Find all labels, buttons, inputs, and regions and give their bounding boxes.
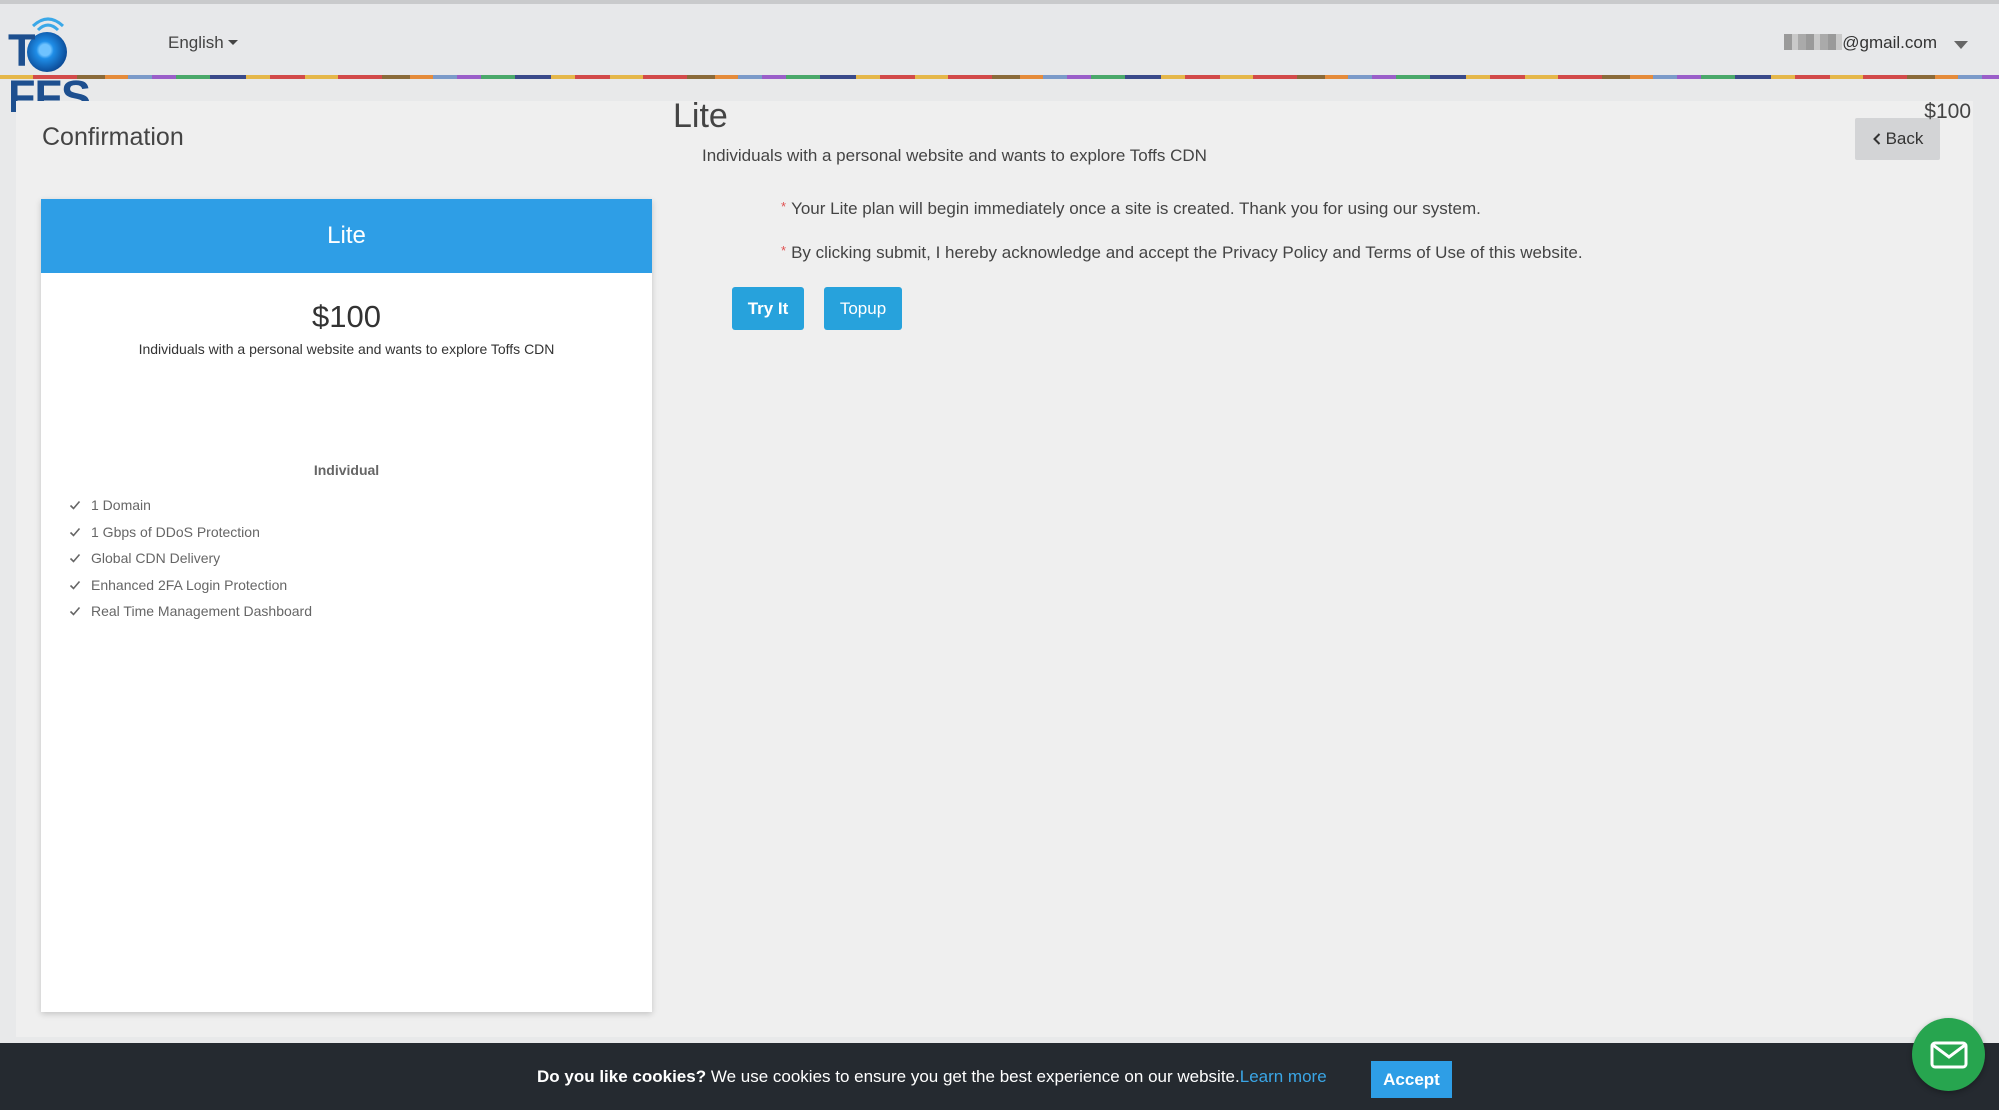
topup-button[interactable]: Topup [824,287,902,330]
contact-mail-button[interactable] [1912,1018,1985,1091]
plan-detail-price: $100 [1924,100,1971,123]
feature-item: 1 Domain [69,492,652,519]
check-icon [69,501,81,510]
feature-label: 1 Domain [91,497,151,514]
required-asterisk: * [781,199,787,214]
feature-label: Enhanced 2FA Login Protection [91,576,288,593]
cookie-question: Do you like cookies? [537,1067,707,1086]
check-icon [69,527,81,537]
feature-label: Real Time Management Dashboard [91,603,313,620]
plan-note: * Your Lite plan will begin immediately o… [781,199,1481,219]
check-icon [69,607,81,616]
plan-detail-description: Individuals with a personal website and … [702,146,1207,165]
confirmation-panel: Confirmation Back Lite $100 Individuals … [16,101,1973,1037]
plan-card: Lite $100 Individuals with a personal we… [41,199,652,1012]
user-email: @gmail.com [1842,33,1937,52]
back-button[interactable]: Back [1855,118,1940,160]
redacted-username [1784,34,1843,50]
try-it-button[interactable]: Try It [732,287,804,330]
cookie-message: Do you like cookies? We use cookies to e… [537,1067,1327,1087]
top-navbar: TFFS English @gmail.com [0,0,1999,120]
toffs-logo[interactable]: TFFS [8,12,140,120]
required-asterisk: * [781,243,787,258]
plan-note-text: Your Lite plan will begin immediately on… [791,199,1481,218]
learn-more-link[interactable]: Learn more [1240,1067,1327,1086]
cookie-banner: Do you like cookies? We use cookies to e… [0,1043,1999,1110]
back-label: Back [1885,129,1924,148]
feature-item: Enhanced 2FA Login Protection [69,572,652,599]
language-dropdown[interactable]: English [168,33,238,53]
plan-card-description: Individuals with a personal website and … [138,341,555,357]
check-icon [69,580,81,590]
plan-card-header: Lite [41,199,652,273]
plan-detail-title: Lite [673,97,728,135]
check-icon [69,554,81,563]
feature-item: 1 Gbps of DDoS Protection [69,519,652,546]
user-menu[interactable]: @gmail.com [1784,33,1937,53]
terms-note-text: By clicking submit, I hereby acknowledge… [791,243,1583,262]
chevron-left-icon [1872,133,1880,145]
language-label: English [168,33,224,52]
navbar-color-stripe [0,75,1999,79]
feature-item: Global CDN Delivery [69,545,652,572]
feature-list: 1 Domain 1 Gbps of DDoS Protection Globa… [69,492,652,625]
feature-label: Global CDN Delivery [91,550,221,567]
caret-down-icon [227,40,238,45]
user-menu-caret-icon[interactable] [1954,41,1968,49]
terms-note: * By clicking submit, I hereby acknowledg… [781,243,1583,263]
plan-card-section-title: Individual [313,462,380,478]
cookie-body: We use cookies to ensure you get the bes… [706,1067,1240,1086]
plan-card-price: $100 [312,299,381,334]
mail-icon [1930,1041,1967,1068]
feature-label: 1 Gbps of DDoS Protection [91,523,260,540]
accept-cookies-button[interactable]: Accept [1371,1061,1452,1098]
feature-item: Real Time Management Dashboard [69,598,652,625]
page-title: Confirmation [42,123,184,151]
